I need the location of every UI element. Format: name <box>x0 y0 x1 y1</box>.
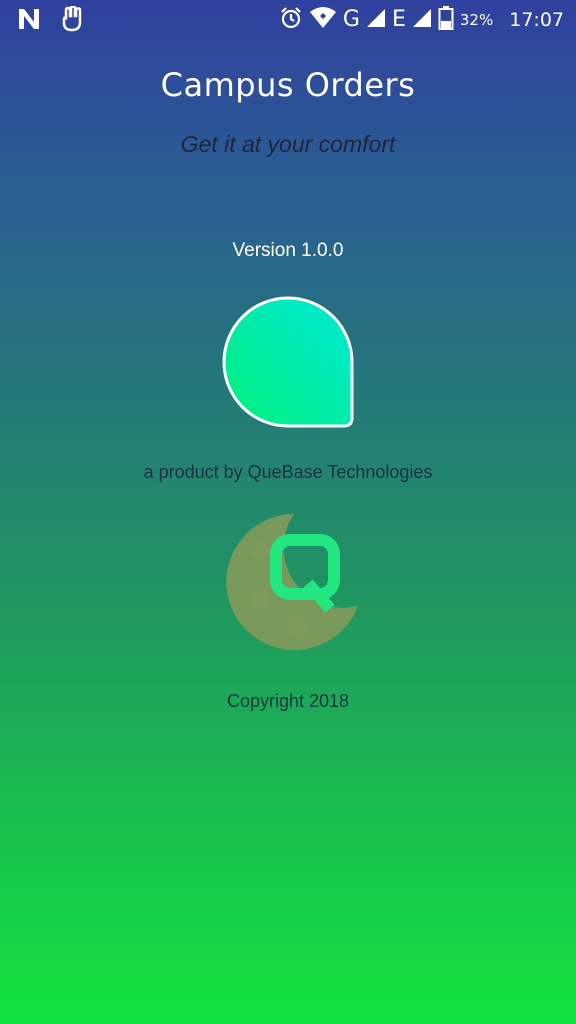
signal-strength-icon-1 <box>366 8 386 32</box>
n-notification-icon <box>16 6 42 36</box>
alarm-clock-icon <box>279 6 303 34</box>
status-bar: G E 32% 17:07 <box>0 0 576 40</box>
wifi-icon <box>309 6 337 34</box>
copyright-text: Copyright 2018 <box>226 691 350 711</box>
app-tagline: Get it at your comfort <box>180 131 396 157</box>
quebase-logo <box>226 510 366 654</box>
app-title: Campus Orders <box>160 66 416 104</box>
battery-percent: 32% <box>459 11 494 29</box>
company-byline: a product by QueBase Technologies <box>143 462 433 482</box>
app-version: Version 1.0.0 <box>232 240 344 261</box>
battery-icon <box>438 5 454 35</box>
status-bar-right: G E 32% 17:07 <box>279 6 564 34</box>
network-type-2: E <box>391 7 406 32</box>
signal-strength-icon-2 <box>412 8 432 32</box>
clock-time: 17:07 <box>509 9 564 31</box>
app-logo-icon <box>222 296 354 428</box>
about-screen: G E 32% 17:07 Campus Orders Get it at yo… <box>0 0 576 1024</box>
status-bar-left <box>16 5 84 36</box>
hand-notification-icon <box>60 5 84 36</box>
network-type-1: G <box>342 7 360 32</box>
